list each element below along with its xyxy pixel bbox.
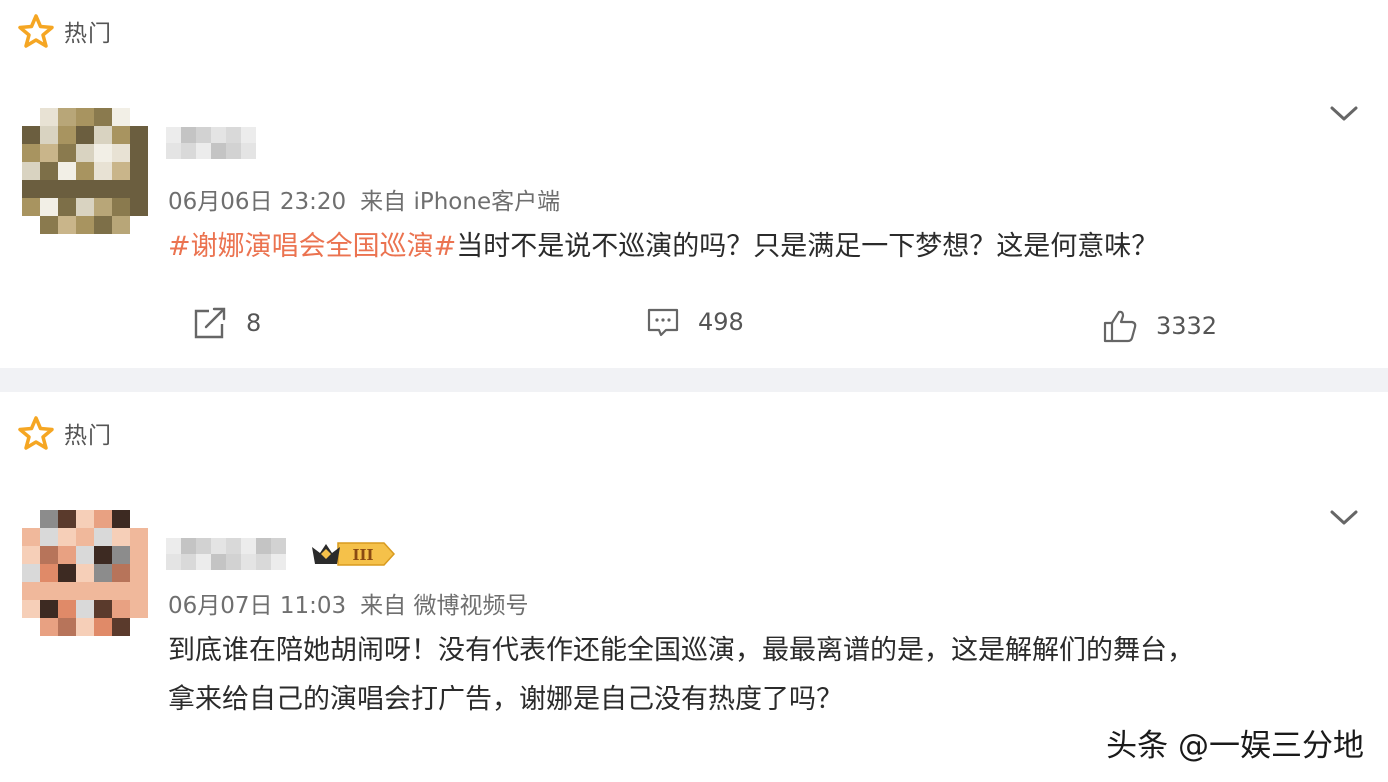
vip-badge[interactable]: III — [310, 539, 396, 573]
post-source: 来自 微博视频号 — [360, 593, 529, 619]
comment-count: 498 — [698, 308, 744, 336]
username-blurred[interactable] — [166, 538, 286, 570]
post-date: 06月07日 11:03 — [168, 593, 347, 619]
like-button[interactable]: 3332 — [1102, 308, 1217, 344]
post-text-line: 到底谁在陪她胡闹呀！没有代表作还能全国巡演，最最离谱的是，这是解解们的舞台， — [168, 635, 1194, 666]
avatar[interactable] — [22, 108, 148, 234]
watermark: 头条 @一娱三分地 — [1106, 728, 1364, 764]
repost-icon — [194, 307, 226, 339]
hot-header: 热门 — [18, 416, 112, 450]
like-count: 3332 — [1156, 312, 1218, 340]
chevron-down-icon[interactable] — [1328, 104, 1360, 124]
chevron-down-icon[interactable] — [1328, 508, 1360, 528]
post-text-line: 拿来给自己的演唱会打广告，谢娜是自己没有热度了吗？ — [168, 684, 843, 715]
vip-level-text: III — [352, 546, 373, 564]
comment-card-1: 热门 06月06日 23:20 来自 iPhone客户端 #谢娜演唱会全国巡演#当… — [0, 0, 1388, 368]
comment-icon — [647, 308, 679, 337]
star-icon — [18, 416, 54, 450]
hot-label: 热门 — [64, 21, 112, 47]
post-date: 06月06日 23:20 — [168, 189, 347, 215]
username-blurred[interactable] — [166, 127, 256, 159]
repost-button[interactable]: 8 — [192, 306, 261, 340]
avatar[interactable] — [22, 510, 148, 636]
post-source: 来自 iPhone客户端 — [360, 189, 561, 215]
hot-label: 热门 — [64, 423, 112, 449]
star-icon — [18, 14, 54, 48]
post-content: #谢娜演唱会全国巡演#当时不是说不巡演的吗？只是满足一下梦想？这是何意味？ — [168, 222, 1158, 271]
comment-button[interactable]: 498 — [646, 306, 744, 338]
hot-header: 热门 — [18, 14, 112, 48]
post-text: 当时不是说不巡演的吗？只是满足一下梦想？这是何意味？ — [456, 231, 1159, 262]
repost-count: 8 — [246, 309, 262, 337]
post-meta: 06月07日 11:03 来自 微博视频号 — [168, 586, 528, 620]
post-meta: 06月06日 23:20 来自 iPhone客户端 — [168, 182, 560, 216]
post-content: 到底谁在陪她胡闹呀！没有代表作还能全国巡演，最最离谱的是，这是解解们的舞台， 拿… — [168, 626, 1194, 724]
thumbs-up-icon — [1103, 310, 1137, 343]
topic-link[interactable]: #谢娜演唱会全国巡演# — [168, 231, 456, 262]
comment-card-2: 热门 III 06月07日 11:03 来自 微博视频号 到底谁在陪她胡闹呀！没有… — [0, 392, 1388, 782]
